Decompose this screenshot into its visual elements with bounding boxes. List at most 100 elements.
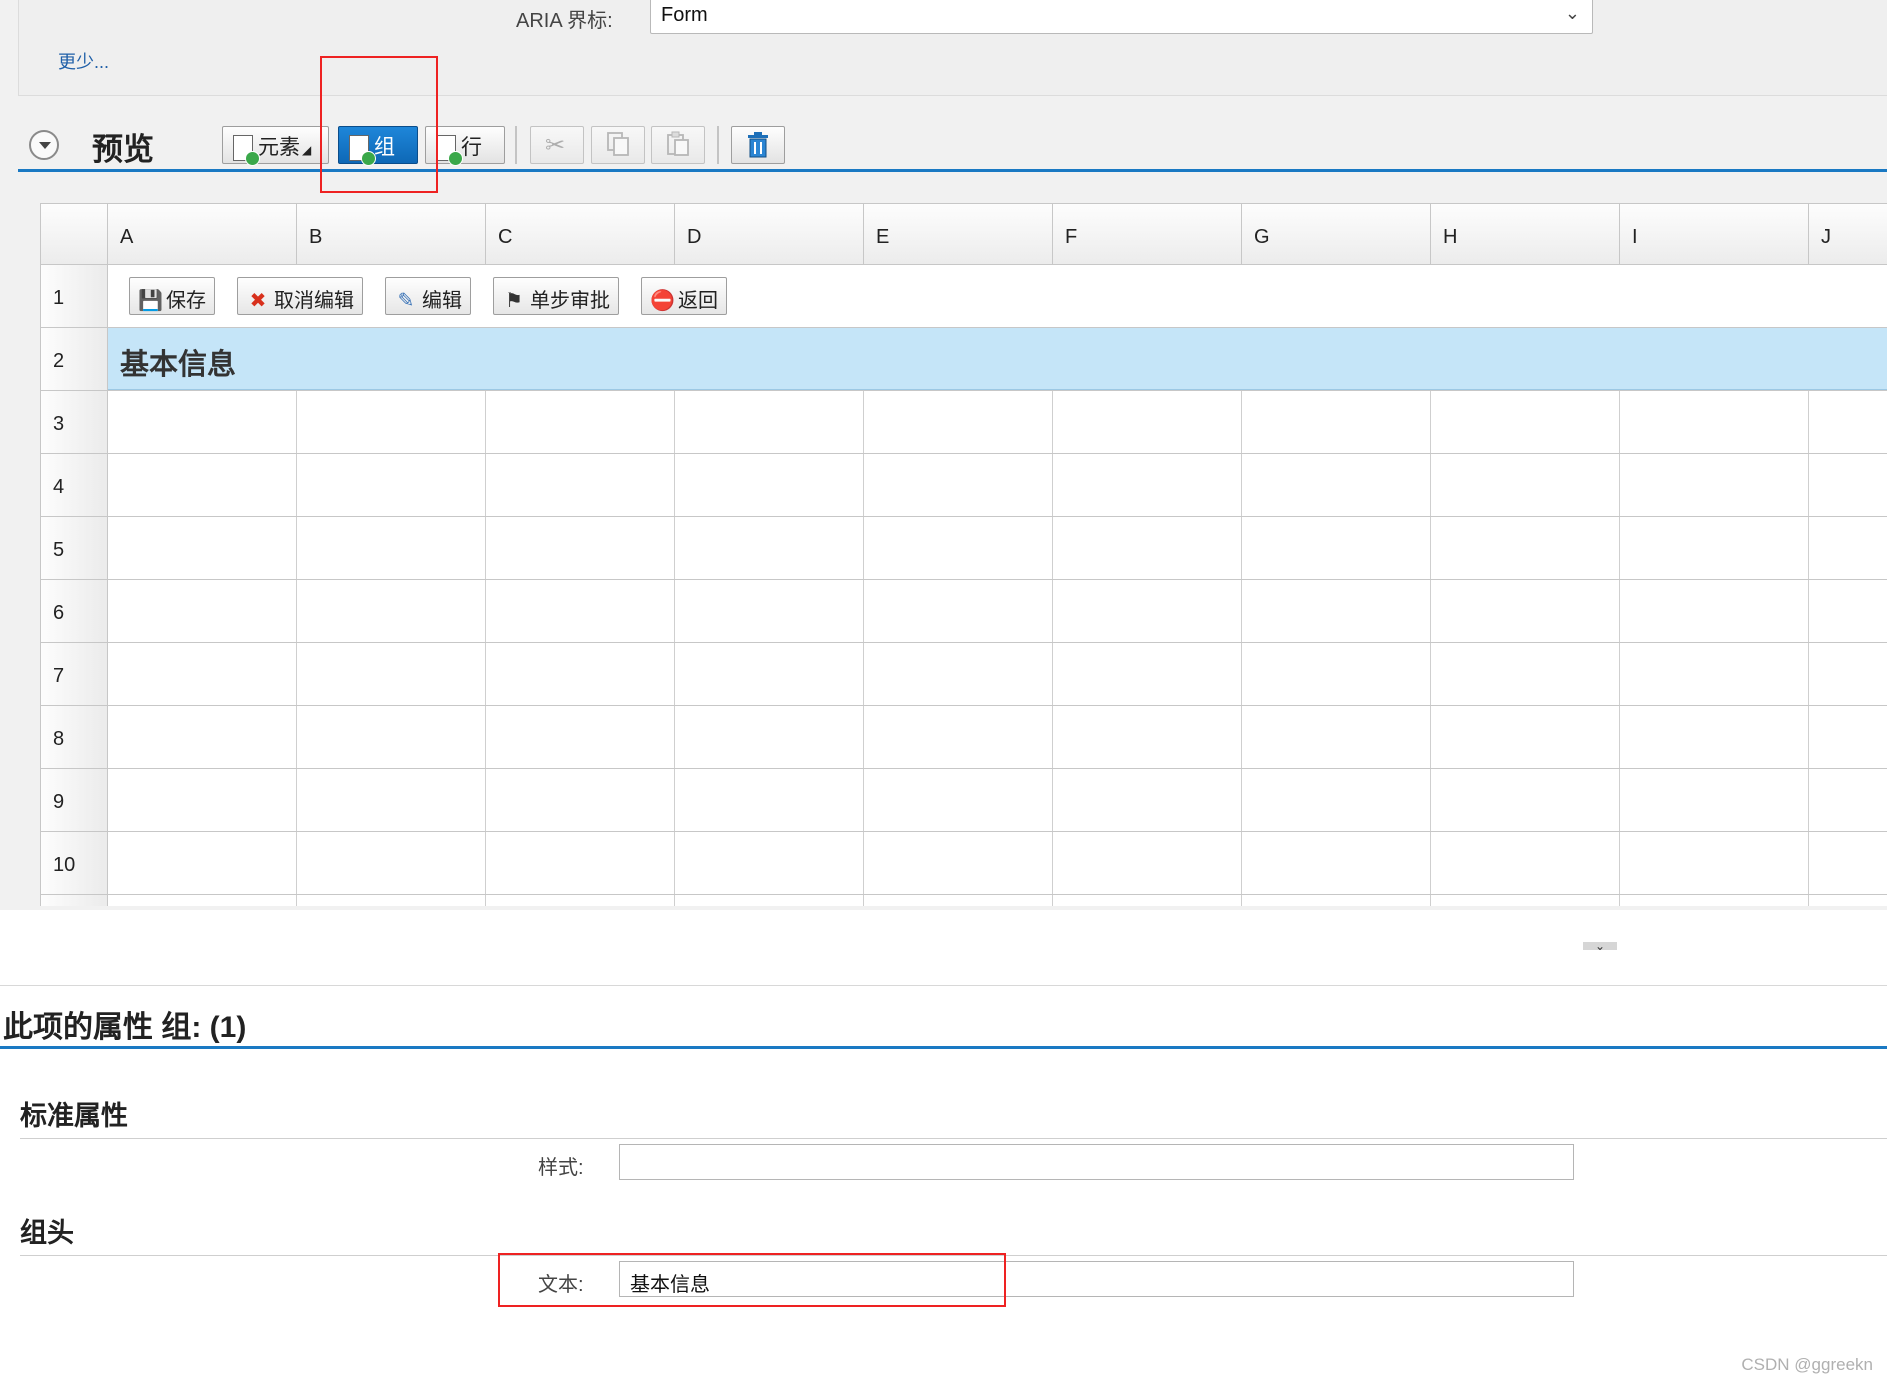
grid-cell[interactable]	[1620, 706, 1809, 768]
grid-cell[interactable]	[108, 895, 297, 906]
grid-cell[interactable]	[108, 832, 297, 894]
grid-cell[interactable]	[1620, 832, 1809, 894]
grid-cell[interactable]	[1053, 580, 1242, 642]
grid-cell[interactable]	[486, 643, 675, 705]
grid-cell[interactable]	[297, 643, 486, 705]
grid-cell[interactable]	[486, 391, 675, 453]
grid-cell[interactable]	[1053, 769, 1242, 831]
grid-cell[interactable]	[675, 454, 864, 516]
column-header[interactable]: D	[675, 204, 864, 266]
column-header[interactable]: B	[297, 204, 486, 266]
grid-cell[interactable]	[486, 517, 675, 579]
grid-cell[interactable]	[486, 454, 675, 516]
grid-cell[interactable]	[1620, 643, 1809, 705]
column-header[interactable]: E	[864, 204, 1053, 266]
grid-cell[interactable]	[1053, 895, 1242, 906]
grid-cell[interactable]	[1242, 454, 1431, 516]
grid-cell[interactable]	[864, 832, 1053, 894]
text-input[interactable]: 基本信息	[619, 1261, 1574, 1297]
copy-button[interactable]	[591, 126, 645, 164]
grid-cell[interactable]	[486, 895, 675, 906]
grid-cell[interactable]	[675, 895, 864, 906]
grid-cell[interactable]	[1431, 391, 1620, 453]
grid-cell[interactable]	[1053, 391, 1242, 453]
grid-cell[interactable]	[864, 391, 1053, 453]
grid-cell[interactable]	[1809, 895, 1887, 906]
grid-cell[interactable]	[1242, 706, 1431, 768]
grid-cell[interactable]	[1809, 832, 1887, 894]
grid-cell[interactable]	[1053, 517, 1242, 579]
grid-cell[interactable]	[1620, 580, 1809, 642]
grid-cell[interactable]	[675, 517, 864, 579]
grid-cell[interactable]	[1242, 832, 1431, 894]
paste-button[interactable]	[651, 126, 705, 164]
grid-cell[interactable]	[864, 895, 1053, 906]
grid-cell[interactable]	[1242, 769, 1431, 831]
grid-cell[interactable]	[1620, 769, 1809, 831]
grid-cell[interactable]	[486, 769, 675, 831]
grid-cell[interactable]	[1242, 391, 1431, 453]
grid-cell[interactable]	[486, 832, 675, 894]
grid-cell[interactable]	[486, 580, 675, 642]
grid-cell[interactable]	[297, 391, 486, 453]
grid-cell[interactable]	[675, 832, 864, 894]
style-input[interactable]	[619, 1144, 1574, 1180]
column-header[interactable]: C	[486, 204, 675, 266]
grid-cell[interactable]	[864, 580, 1053, 642]
grid-cell[interactable]	[1053, 832, 1242, 894]
grid-cell[interactable]	[864, 517, 1053, 579]
less-link[interactable]: 更少...	[58, 48, 109, 74]
aria-landmark-select[interactable]: Form ⌄	[650, 0, 1593, 34]
grid-cell[interactable]	[1431, 517, 1620, 579]
grid-cell[interactable]	[1809, 517, 1887, 579]
grid-cell[interactable]	[864, 454, 1053, 516]
grid-cell[interactable]	[675, 391, 864, 453]
grid-cell[interactable]	[297, 832, 486, 894]
grid-cell[interactable]	[675, 706, 864, 768]
column-header[interactable]: H	[1431, 204, 1620, 266]
grid-cell[interactable]	[108, 517, 297, 579]
grid-cell[interactable]	[1053, 454, 1242, 516]
save-button[interactable]: 💾 保存	[129, 277, 215, 315]
column-header[interactable]: F	[1053, 204, 1242, 266]
grid-cell[interactable]	[1242, 517, 1431, 579]
grid-cell[interactable]	[1431, 895, 1620, 906]
column-header[interactable]: G	[1242, 204, 1431, 266]
grid-cell[interactable]	[297, 895, 486, 906]
grid-cell[interactable]	[1431, 454, 1620, 516]
grid-cell[interactable]	[297, 706, 486, 768]
grid-cell[interactable]	[108, 391, 297, 453]
grid-cell[interactable]	[1809, 706, 1887, 768]
grid-cell[interactable]	[675, 580, 864, 642]
add-row-button[interactable]: 行	[425, 126, 505, 166]
grid-cell[interactable]	[1053, 643, 1242, 705]
grid-cell[interactable]	[1053, 706, 1242, 768]
grid-cell[interactable]	[108, 769, 297, 831]
edit-button[interactable]: ✎ 编辑	[385, 277, 471, 315]
grid-cell[interactable]	[108, 643, 297, 705]
grid-cell[interactable]	[1620, 517, 1809, 579]
single-step-approve-button[interactable]: ⚑ 单步审批	[493, 277, 619, 315]
grid-cell[interactable]	[1620, 454, 1809, 516]
grid-cell[interactable]	[1431, 769, 1620, 831]
grid-cell[interactable]	[1620, 391, 1809, 453]
grid-cell[interactable]	[1431, 832, 1620, 894]
grid-cell[interactable]	[675, 769, 864, 831]
splitter-handle[interactable]: ⌄	[1583, 940, 1617, 952]
grid-cell[interactable]	[1431, 580, 1620, 642]
grid-cell[interactable]	[864, 769, 1053, 831]
grid-cell[interactable]	[108, 580, 297, 642]
grid-cell[interactable]	[864, 643, 1053, 705]
grid-cell[interactable]	[297, 580, 486, 642]
grid-cell[interactable]	[108, 454, 297, 516]
grid-cell[interactable]	[1809, 391, 1887, 453]
group-header-cell[interactable]: 基本信息	[108, 328, 1887, 390]
grid-cell[interactable]	[1809, 769, 1887, 831]
column-header[interactable]: J	[1809, 204, 1887, 266]
grid-cell[interactable]	[1431, 706, 1620, 768]
grid-cell[interactable]	[1242, 580, 1431, 642]
grid-cell[interactable]	[1431, 643, 1620, 705]
grid-cell[interactable]	[1242, 643, 1431, 705]
grid-cell[interactable]	[1809, 580, 1887, 642]
add-element-button[interactable]: 元素 ◢	[222, 126, 329, 166]
